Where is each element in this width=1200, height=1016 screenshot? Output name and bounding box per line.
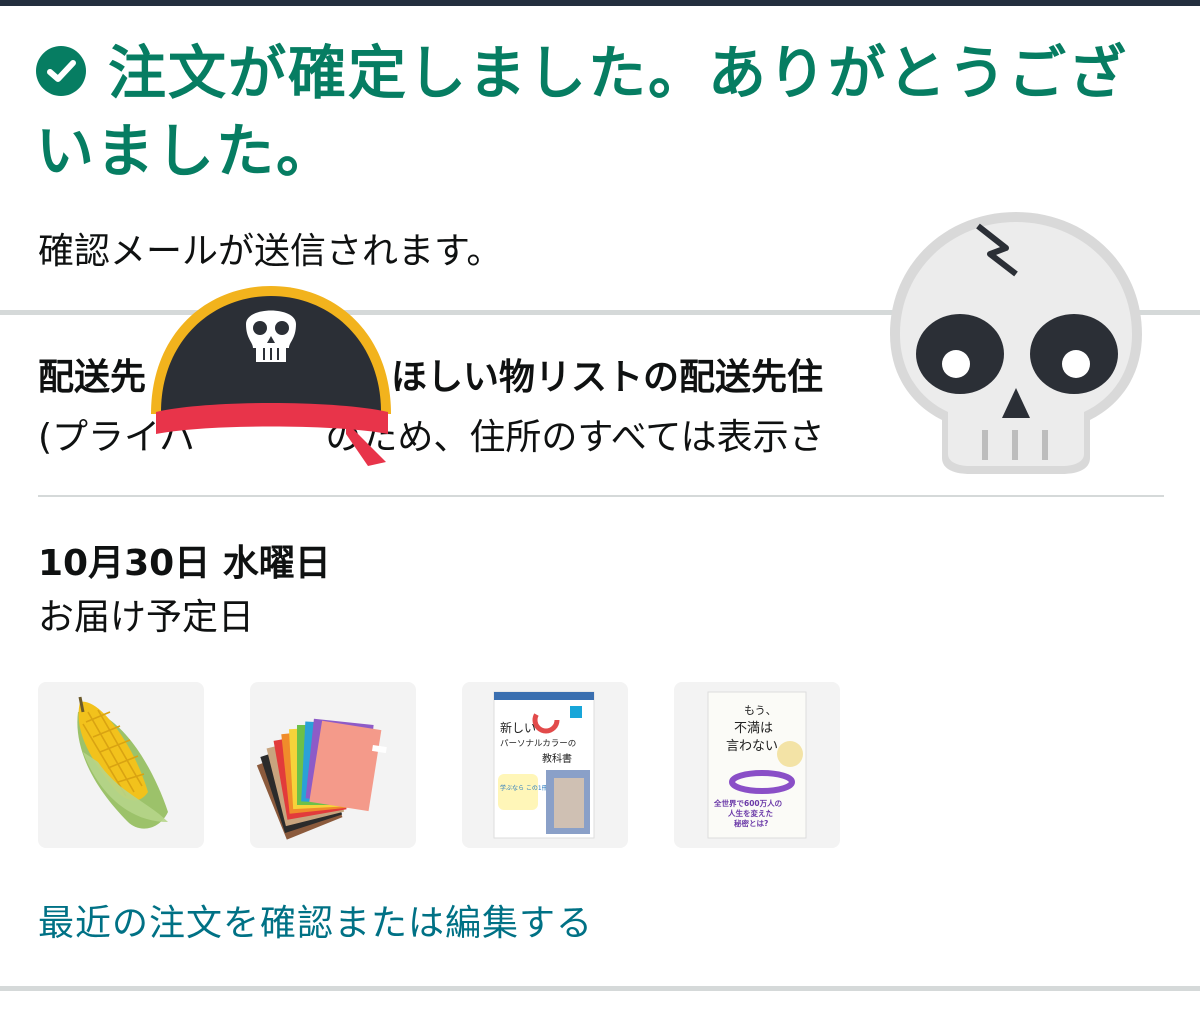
- book2-headline-3: 秘密とは?: [734, 818, 768, 828]
- personal-color-book-thumbnail[interactable]: 新しい パーソナルカラーの 教科書 学ぶなら この1冊!: [462, 682, 628, 848]
- book1-title-line3: 教科書: [542, 752, 572, 765]
- book1-title-line2: パーソナルカラーの: [500, 739, 576, 749]
- thin-divider: [38, 495, 1164, 497]
- bottom-divider: [0, 986, 1200, 991]
- confirmation-email-note: 確認メールが送信されます。: [38, 231, 503, 272]
- privacy-note-middle: のため、住所のすべては表示さ: [325, 417, 825, 458]
- skull-sticker: [886, 208, 1146, 482]
- book1-badge: 学ぶなら この1冊!: [500, 784, 550, 792]
- book2-title-line2: 不満は: [734, 721, 773, 736]
- complaint-free-book-thumbnail[interactable]: もう、 不満は 言わない 全世界で600万人の 人生を変えた 秘密とは?: [674, 682, 840, 848]
- color-paper-product-thumbnail[interactable]: [250, 682, 416, 848]
- check-circle-icon: [36, 45, 86, 96]
- top-bar: [0, 0, 1200, 6]
- book2-title-line1: もう、: [744, 704, 777, 717]
- view-edit-recent-orders-link[interactable]: 最近の注文を確認または編集する: [38, 898, 593, 950]
- delivery-date-label: お届け予定日: [38, 597, 255, 638]
- order-confirmed-heading: 注文が確定しました。ありがとうございました。: [36, 34, 1166, 190]
- pirate-hat-sticker: [146, 284, 396, 478]
- delivery-date: 10月30日 水曜日: [38, 543, 331, 584]
- corn-product-thumbnail[interactable]: [38, 682, 204, 848]
- book2-title-line3: 言わない: [726, 739, 778, 754]
- order-confirmed-text: 注文が確定しました。ありがとうございました。: [36, 39, 1129, 185]
- wishlist-address-text: ほしい物リストの配送先住: [391, 357, 824, 398]
- book2-headline-1: 全世界で600万人の: [713, 798, 782, 808]
- book1-title-line1: 新しい: [500, 720, 536, 735]
- book2-headline-2: 人生を変えた: [728, 808, 773, 818]
- shipping-label: 配送先: [38, 357, 147, 398]
